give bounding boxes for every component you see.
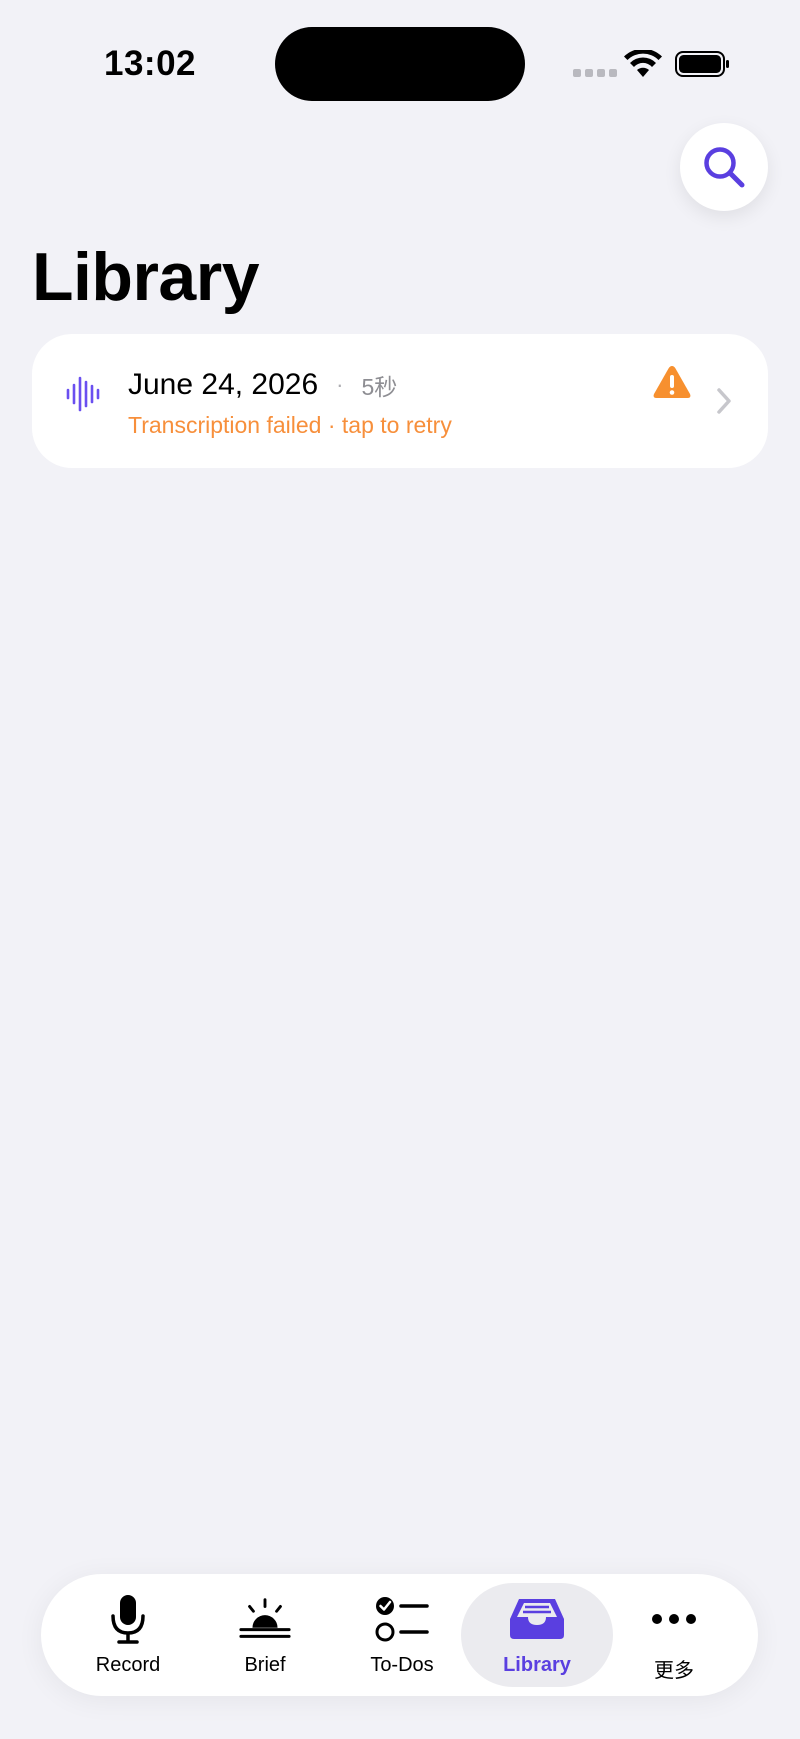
- tab-to-dos[interactable]: To-Dos: [326, 1583, 478, 1687]
- library-screen: 13:02 Library June 24, 2026 · 5秒 Transcr…: [0, 0, 800, 1739]
- tab-label: Brief: [244, 1654, 286, 1676]
- page-title: Library: [32, 239, 260, 315]
- recording-title-row: June 24, 2026 · 5秒: [128, 368, 397, 402]
- more-icon: [646, 1591, 702, 1647]
- checklist-icon: [374, 1591, 430, 1647]
- dynamic-island: [275, 27, 525, 101]
- warning-icon: [653, 366, 691, 398]
- sunrise-icon: [237, 1591, 293, 1647]
- status-bar: 13:02: [0, 0, 800, 130]
- chevron-right-icon: [717, 388, 731, 414]
- tab-label: Library: [503, 1654, 571, 1676]
- waveform-icon: [66, 376, 100, 412]
- tab-record[interactable]: Record: [52, 1583, 204, 1687]
- recording-list-item[interactable]: June 24, 2026 · 5秒 Transcription failed …: [32, 334, 768, 468]
- tab-label: Record: [95, 1654, 161, 1676]
- tab-more[interactable]: 更多: [598, 1583, 750, 1687]
- tab-label: 更多: [654, 1660, 694, 1682]
- transcription-status[interactable]: Transcription failed · tap to retry: [128, 412, 452, 439]
- tab-bar: Record Brief To-Dos Library 更多: [41, 1574, 758, 1696]
- recording-duration: 5秒: [361, 374, 398, 400]
- search-button[interactable]: [680, 123, 768, 211]
- tab-label: To-Dos: [370, 1654, 434, 1676]
- separator-dot: ·: [336, 372, 344, 397]
- cellular-signal-icon: [573, 69, 617, 77]
- mic-icon: [100, 1591, 156, 1647]
- wifi-icon: [624, 50, 662, 77]
- tray-icon: [509, 1591, 565, 1647]
- recording-date: June 24, 2026: [128, 368, 319, 401]
- battery-icon: [675, 51, 729, 77]
- tab-brief[interactable]: Brief: [189, 1583, 341, 1687]
- search-icon: [704, 147, 745, 188]
- status-time: 13:02: [104, 44, 197, 83]
- tab-library[interactable]: Library: [461, 1583, 613, 1687]
